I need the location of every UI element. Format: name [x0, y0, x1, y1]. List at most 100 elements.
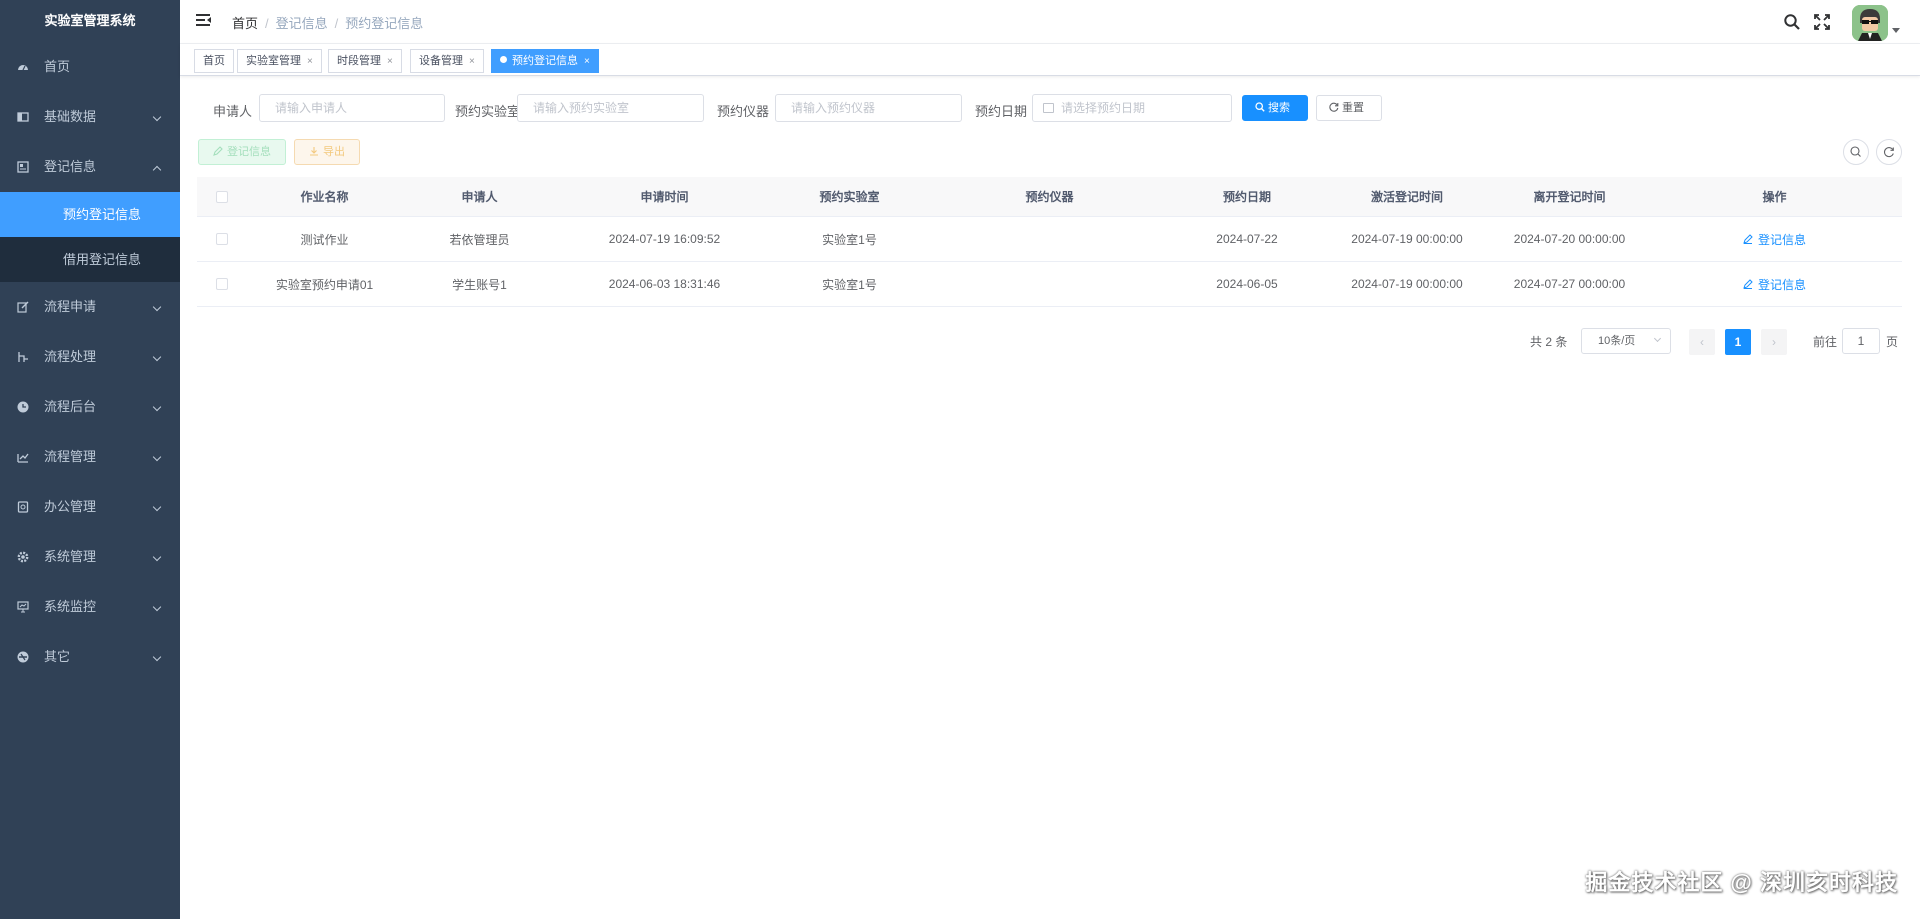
lab-input[interactable]: 请输入预约实验室 — [517, 94, 704, 122]
chevron-down-icon — [1653, 334, 1662, 343]
table-row: 实验室预约申请01 学生账号1 2024-06-03 18:31:46 实验室1… — [197, 262, 1902, 307]
register-link-label: 登记信息 — [1757, 232, 1806, 247]
edit-icon — [17, 301, 29, 313]
refresh-icon — [1329, 102, 1339, 112]
row-checkbox[interactable] — [216, 233, 228, 245]
search-icon — [1850, 146, 1861, 157]
data-table: 作业名称 申请人 申请时间 预约实验室 预约仪器 预约日期 激活登记时间 离开登… — [197, 177, 1902, 307]
column-header: 申请时间 — [640, 190, 689, 204]
calendar-icon — [1043, 103, 1054, 113]
refresh-icon — [1883, 147, 1894, 158]
sidebar-item-register-info[interactable]: 登记信息 — [0, 142, 180, 192]
chevron-down-icon — [152, 602, 162, 612]
cell-leave-time: 2024-07-20 00:00:00 — [1513, 232, 1626, 246]
chart-icon — [17, 453, 29, 463]
chevron-down-icon — [152, 552, 162, 562]
phone-icon — [17, 501, 29, 513]
column-header: 离开登记时间 — [1533, 190, 1606, 204]
column-header: 申请人 — [461, 190, 498, 204]
sidebar-item-label: 流程管理 — [44, 449, 97, 464]
sidebar-item-process-handle[interactable]: 流程处理 — [0, 332, 180, 382]
sidebar-item-label: 首页 — [44, 59, 71, 74]
goto-page-input[interactable]: 1 — [1842, 328, 1880, 354]
reset-button[interactable]: 重置 — [1316, 95, 1382, 121]
sidebar-item-process-apply[interactable]: 流程申请 — [0, 282, 180, 332]
goto-label: 前往 — [1813, 335, 1838, 349]
caret-down-icon[interactable] — [1892, 28, 1900, 33]
cell-leave-time: 2024-07-27 00:00:00 — [1513, 277, 1626, 291]
cell-name: 实验室预约申请01 — [275, 277, 374, 292]
tag-lab-manage[interactable]: 实验室管理 × — [237, 49, 322, 73]
tag-label: 设备管理 — [419, 55, 463, 67]
register-link[interactable]: 登记信息 — [1743, 276, 1806, 293]
instrument-label: 预约仪器 — [717, 104, 770, 119]
column-header: 预约日期 — [1222, 190, 1271, 204]
tag-device-manage[interactable]: 设备管理 × — [410, 49, 484, 73]
cell-activate-time: 2024-07-19 00:00:00 — [1351, 277, 1463, 291]
tag-home[interactable]: 首页 — [194, 49, 234, 73]
select-cell — [197, 217, 247, 261]
register-link[interactable]: 登记信息 — [1743, 231, 1806, 248]
close-icon[interactable]: × — [584, 56, 590, 67]
sidebar-item-basic-data[interactable]: 基础数据 — [0, 92, 180, 142]
search-icon[interactable] — [1783, 13, 1801, 31]
refresh-button[interactable] — [1876, 139, 1902, 165]
avatar[interactable] — [1852, 5, 1888, 41]
search-button[interactable]: 搜索 — [1242, 95, 1308, 121]
close-icon[interactable]: × — [387, 56, 393, 67]
sidebar-item-label: 流程后台 — [44, 399, 97, 414]
chevron-down-icon — [152, 112, 162, 122]
sidebar-item-process-manage[interactable]: 流程管理 — [0, 432, 180, 482]
breadcrumb-home[interactable]: 首页 — [232, 16, 258, 31]
tag-period-manage[interactable]: 时段管理 × — [328, 49, 402, 73]
cell-date: 2024-07-22 — [1216, 232, 1278, 246]
chevron-down-icon — [152, 352, 162, 362]
sidebar-item-office-manage[interactable]: 办公管理 — [0, 482, 180, 532]
toggle-search-button[interactable] — [1843, 139, 1869, 165]
navbar: 首页 / 登记信息 / 预约登记信息 — [180, 0, 1920, 44]
select-all-checkbox[interactable] — [216, 190, 228, 203]
cell-lab: 实验室1号 — [822, 277, 877, 292]
export-button[interactable]: 导出 — [294, 139, 360, 165]
sidebar-item-label: 办公管理 — [44, 499, 97, 514]
watermark: 掘金技术社区 @ 深圳亥时科技 — [1585, 870, 1898, 895]
hamburger-icon[interactable] — [196, 14, 212, 28]
tags-view: 首页 实验室管理 × 时段管理 × 设备管理 × 预约登记信息 × — [180, 44, 1920, 76]
sidebar-item-home[interactable]: 首页 — [0, 42, 180, 92]
close-icon[interactable]: × — [469, 56, 475, 67]
close-icon[interactable]: × — [307, 56, 313, 67]
date-picker[interactable]: 请选择预约日期 — [1032, 94, 1232, 122]
sidebar-item-other[interactable]: 其它 — [0, 632, 180, 682]
page-size-select[interactable]: 10条/页 — [1581, 328, 1671, 354]
row-checkbox[interactable] — [216, 278, 228, 290]
sidebar-item-system-manage[interactable]: 系统管理 — [0, 532, 180, 582]
form-icon — [17, 161, 29, 173]
chevron-down-icon — [152, 452, 162, 462]
lab-label: 预约实验室 — [455, 104, 521, 119]
table-row: 测试作业 若依管理员 2024-07-19 16:09:52 实验室1号 202… — [197, 217, 1902, 262]
applicant-label: 申请人 — [213, 104, 253, 119]
edit-icon — [1743, 279, 1753, 289]
instrument-input[interactable]: 请输入预约仪器 — [775, 94, 962, 122]
page-number-1[interactable]: 1 — [1725, 329, 1751, 355]
tag-reservation[interactable]: 预约登记信息 × — [491, 49, 599, 73]
fullscreen-icon[interactable] — [1813, 13, 1831, 31]
select-cell — [197, 262, 247, 306]
chevron-down-icon — [152, 652, 162, 662]
sidebar-item-system-monitor[interactable]: 系统监控 — [0, 582, 180, 632]
sidebar-subitem-borrow[interactable]: 借用登记信息 — [0, 237, 180, 282]
cell-applicant: 学生账号1 — [452, 277, 507, 292]
register-info-button[interactable]: 登记信息 — [198, 139, 286, 165]
gear-icon — [17, 551, 29, 563]
applicant-input[interactable]: 请输入申请人 — [259, 94, 445, 122]
sidebar-item-process-backend[interactable]: 流程后台 — [0, 382, 180, 432]
sidebar-subitem-reservation[interactable]: 预约登记信息 — [0, 192, 180, 237]
monitor-icon — [17, 601, 29, 613]
tag-label: 实验室管理 — [246, 55, 301, 67]
prev-page-button[interactable]: ‹ — [1689, 329, 1715, 355]
tag-label: 预约登记信息 — [512, 55, 578, 67]
page-unit-label: 页 — [1886, 335, 1899, 349]
next-page-button[interactable]: › — [1761, 329, 1787, 355]
app-title: 实验室管理系统 — [44, 13, 136, 28]
column-header: 操作 — [1762, 190, 1787, 204]
